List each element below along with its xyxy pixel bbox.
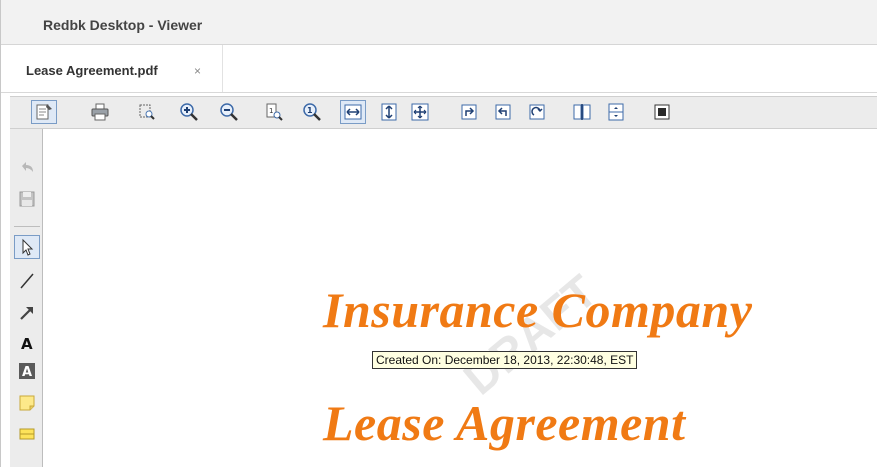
svg-text:1: 1 [307, 106, 313, 115]
highlight-icon[interactable] [14, 421, 40, 445]
fit-page-icon[interactable] [407, 100, 433, 124]
edit-icon[interactable] [31, 100, 57, 124]
zoom-one-icon[interactable]: 1 [299, 100, 325, 124]
undo-icon[interactable] [14, 156, 40, 180]
arrow-icon[interactable] [14, 301, 40, 325]
annotation-toolbar: A A [10, 129, 43, 467]
main-toolbar: 1 1 [10, 96, 877, 129]
rotate-clockwise-icon[interactable] [524, 100, 550, 124]
tab-lease-agreement[interactable]: Lease Agreement.pdf × [1, 45, 223, 92]
text-icon[interactable]: A [14, 331, 40, 355]
svg-text:A: A [22, 365, 32, 380]
tab-close-icon[interactable]: × [194, 64, 201, 78]
svg-text:A: A [21, 335, 33, 353]
title-bar: Redbk Desktop - Viewer [1, 0, 877, 45]
document-page[interactable]: DRAFT Insurance Company Lease Agreement … [43, 129, 877, 467]
separator [14, 226, 40, 227]
actual-size-icon[interactable]: 1 [261, 100, 287, 124]
marquee-zoom-icon[interactable] [134, 100, 160, 124]
viewer-window: Redbk Desktop - Viewer Lease Agreement.p… [0, 0, 877, 467]
tab-strip: Lease Agreement.pdf × [1, 45, 877, 93]
text-box-icon[interactable]: A [14, 359, 40, 383]
sticky-note-icon[interactable] [14, 391, 40, 415]
window-title: Redbk Desktop - Viewer [43, 17, 203, 33]
document-subheading: Lease Agreement [323, 395, 686, 451]
fit-height-icon[interactable] [376, 100, 402, 124]
fullscreen-icon[interactable] [649, 100, 675, 124]
creation-tooltip: Created On: December 18, 2013, 22:30:48,… [372, 351, 638, 369]
rotate-left-icon[interactable] [490, 100, 516, 124]
save-icon[interactable] [14, 187, 40, 211]
scroll-mode-icon[interactable] [603, 100, 629, 124]
rotate-right-icon[interactable] [456, 100, 482, 124]
tab-label: Lease Agreement.pdf [26, 63, 158, 78]
print-icon[interactable] [87, 100, 113, 124]
select-arrow-icon[interactable] [14, 235, 40, 259]
document-heading: Insurance Company [323, 282, 753, 338]
svg-text:1: 1 [269, 107, 273, 115]
zoom-out-icon[interactable] [216, 100, 242, 124]
fit-width-icon[interactable] [340, 100, 366, 124]
zoom-in-icon[interactable] [176, 100, 202, 124]
two-page-icon[interactable] [569, 100, 595, 124]
line-icon[interactable] [14, 269, 40, 293]
